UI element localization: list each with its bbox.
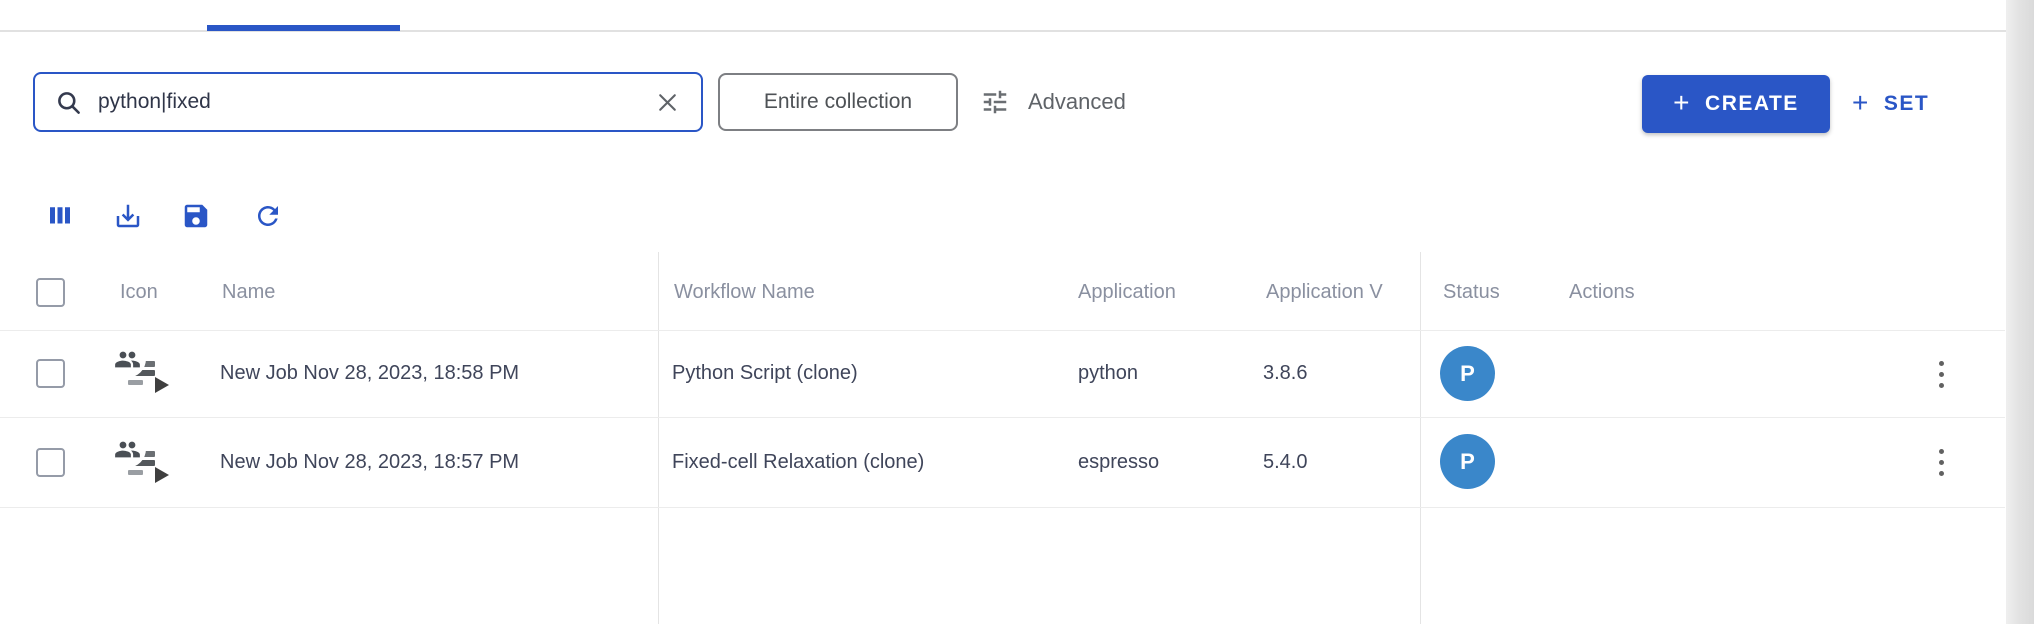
row-checkbox[interactable] [36,448,65,477]
job-workflow-icon [104,429,176,487]
application-version: 3.8.6 [1263,330,1307,417]
header-name[interactable]: Name [222,255,275,330]
header-application-version[interactable]: Application V [1266,255,1418,330]
active-tab-indicator[interactable] [207,25,400,31]
columns-icon[interactable] [44,200,76,232]
job-name: New Job Nov 28, 2023, 18:57 PM [220,417,519,507]
create-button[interactable]: + CREATE [1642,75,1830,133]
set-label: SET [1884,92,1929,116]
download-icon[interactable] [112,200,144,232]
workflow-name: Python Script (clone) [672,330,858,417]
jobs-page: Entire collection Advanced + CREATE + SE… [0,0,2034,624]
group-badge-icon [108,430,146,468]
clear-search-icon[interactable] [653,88,681,116]
application-version: 5.4.0 [1263,417,1307,507]
header-application[interactable]: Application [1078,255,1176,330]
advanced-label: Advanced [1028,89,1126,115]
plus-icon: + [1673,89,1691,117]
header-status[interactable]: Status [1443,255,1500,330]
entire-collection-button[interactable]: Entire collection [718,73,958,131]
application: python [1078,330,1138,417]
workflow-name: Fixed-cell Relaxation (clone) [672,417,924,507]
header-workflow-name[interactable]: Workflow Name [674,255,815,330]
set-button[interactable]: + SET [1852,75,1929,133]
page-edge-gutter [2006,0,2034,624]
kebab-menu-icon[interactable] [1926,352,1956,396]
group-badge-icon [108,340,146,378]
create-label: CREATE [1705,92,1799,116]
row-checkbox-cell [36,330,65,417]
status-badge[interactable]: P [1440,434,1495,489]
job-name: New Job Nov 28, 2023, 18:58 PM [220,330,519,417]
table-header-row: Icon Name Workflow Name Application Appl… [0,255,2005,330]
job-workflow-icon [104,339,176,397]
advanced-filter-button[interactable]: Advanced [980,73,1126,131]
header-icon[interactable]: Icon [120,255,158,330]
search-box [33,72,703,132]
application: espresso [1078,417,1159,507]
row-checkbox-cell [36,417,65,507]
save-icon[interactable] [180,200,212,232]
table-row[interactable]: New Job Nov 28, 2023, 18:57 PM Fixed-cel… [0,417,2005,507]
status-badge[interactable]: P [1440,346,1495,401]
search-input[interactable] [98,90,653,114]
row-checkbox[interactable] [36,359,65,388]
refresh-icon[interactable] [252,200,284,232]
row-divider [0,507,2005,508]
select-all-checkbox[interactable] [36,278,65,307]
play-icon [155,377,169,393]
table-row[interactable]: New Job Nov 28, 2023, 18:58 PM Python Sc… [0,330,2005,417]
plus-icon: + [1852,89,1870,117]
play-icon [155,467,169,483]
kebab-menu-icon[interactable] [1926,440,1956,484]
header-actions[interactable]: Actions [1569,255,1635,330]
select-all-checkbox-cell [36,255,65,330]
tune-icon [980,87,1010,117]
search-icon [55,89,82,116]
